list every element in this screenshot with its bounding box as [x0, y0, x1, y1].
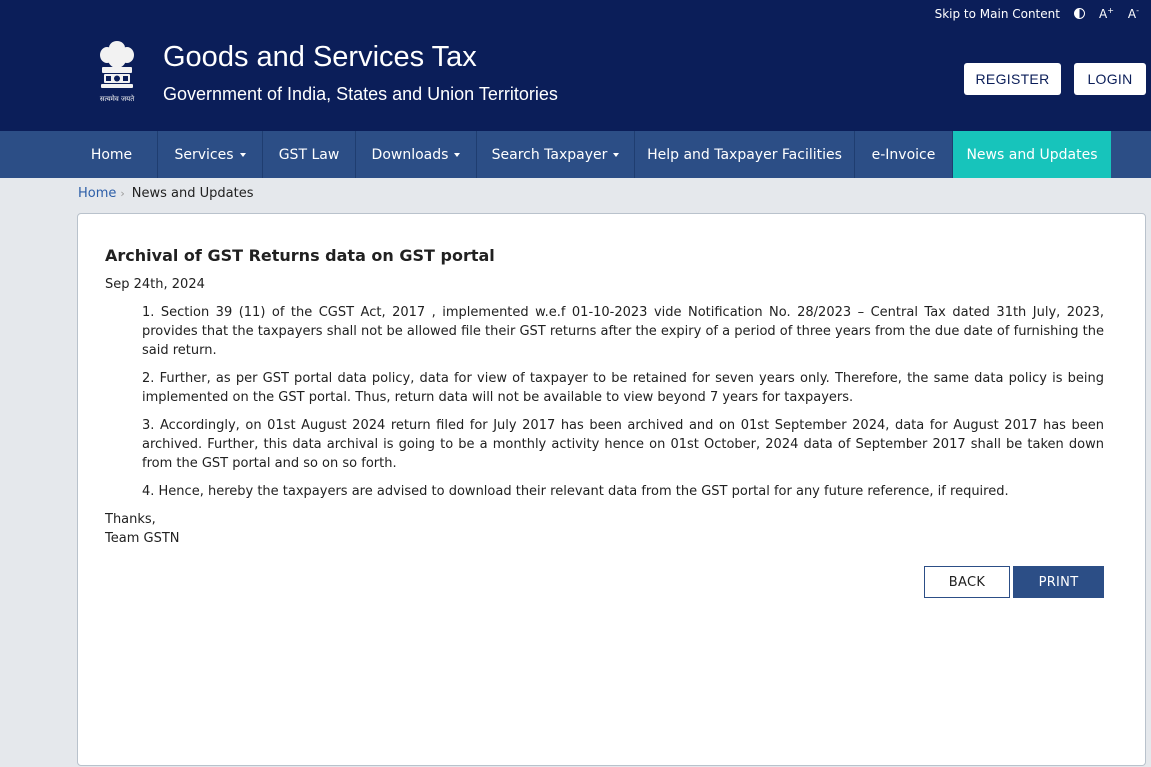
article-title: Archival of GST Returns data on GST port… [105, 246, 495, 265]
article-point: 3. Accordingly, on 01st August 2024 retu… [142, 418, 1104, 471]
nav-home-label: Home [90, 146, 133, 163]
main-nav: Home Services GST Law Downloads Search T… [0, 131, 1151, 178]
nav-gst-law-label: GST Law [278, 146, 340, 163]
nav-e-invoice-label: e-Invoice [871, 146, 936, 163]
national-emblem-logo[interactable]: सत्यमेव जयते [96, 39, 138, 109]
nav-e-invoice[interactable]: e-Invoice [855, 131, 953, 178]
font-decrease-sup: - [1136, 6, 1139, 15]
nav-services-label: Services [174, 146, 234, 163]
nav-search-taxpayer-label: Search Taxpayer [491, 146, 608, 163]
article-point: 2. Further, as per GST portal data polic… [142, 371, 1104, 405]
utility-bar: Skip to Main Content A+ A- [0, 0, 1151, 27]
site-title[interactable]: Goods and Services Tax [163, 41, 477, 74]
nav-help-label: Help and Taxpayer Facilities [647, 146, 842, 163]
site-header: सत्यमेव जयते Goods and Services Tax Gove… [0, 27, 1151, 131]
font-increase-label: A [1098, 7, 1108, 21]
article-point: 4. Hence, hereby the taxpayers are advis… [142, 484, 1009, 499]
nav-home[interactable]: Home [66, 131, 158, 178]
back-button[interactable]: BACK [924, 566, 1010, 598]
article-date: Sep 24th, 2024 [105, 277, 205, 292]
print-button[interactable]: PRINT [1013, 566, 1104, 598]
font-decrease-button[interactable]: A- [1128, 6, 1139, 21]
chevron-down-icon [239, 152, 246, 157]
nav-news-and-updates[interactable]: News and Updates [953, 131, 1111, 178]
breadcrumb-separator-icon: › [120, 187, 125, 200]
register-button[interactable]: REGISTER [964, 63, 1061, 95]
skip-to-main-content-link[interactable]: Skip to Main Content [935, 7, 1060, 21]
breadcrumb: Home › News and Updates [78, 186, 254, 201]
breadcrumb-home-link[interactable]: Home [78, 186, 116, 201]
chevron-down-icon [454, 152, 461, 157]
site-subtitle: Government of India, States and Union Te… [163, 84, 558, 104]
font-increase-button[interactable]: A+ [1099, 6, 1114, 21]
font-decrease-label: A [1127, 7, 1137, 21]
font-increase-sup: + [1107, 6, 1114, 15]
emblem-caption: सत्यमेव जयते [100, 94, 135, 103]
nav-news-label: News and Updates [966, 146, 1098, 163]
article-point: 1. Section 39 (11) of the CGST Act, 2017… [142, 305, 1104, 358]
article-signature: Team GSTN [105, 531, 180, 546]
breadcrumb-current: News and Updates [131, 186, 254, 201]
article-points: 1. Section 39 (11) of the CGST Act, 2017… [142, 303, 1104, 510]
nav-search-taxpayer[interactable]: Search Taxpayer [477, 131, 635, 178]
article-closing: Thanks, Team GSTN [105, 510, 179, 548]
nav-services[interactable]: Services [158, 131, 263, 178]
chevron-down-icon [613, 152, 620, 157]
nav-downloads-label: Downloads [371, 146, 449, 163]
news-panel: Archival of GST Returns data on GST port… [77, 213, 1146, 766]
nav-downloads[interactable]: Downloads [356, 131, 477, 178]
contrast-toggle-icon[interactable] [1073, 8, 1085, 19]
nav-help-taxpayer-facilities[interactable]: Help and Taxpayer Facilities [635, 131, 855, 178]
login-button[interactable]: LOGIN [1074, 63, 1146, 95]
nav-gst-law[interactable]: GST Law [263, 131, 356, 178]
article-thanks: Thanks, [105, 512, 156, 527]
